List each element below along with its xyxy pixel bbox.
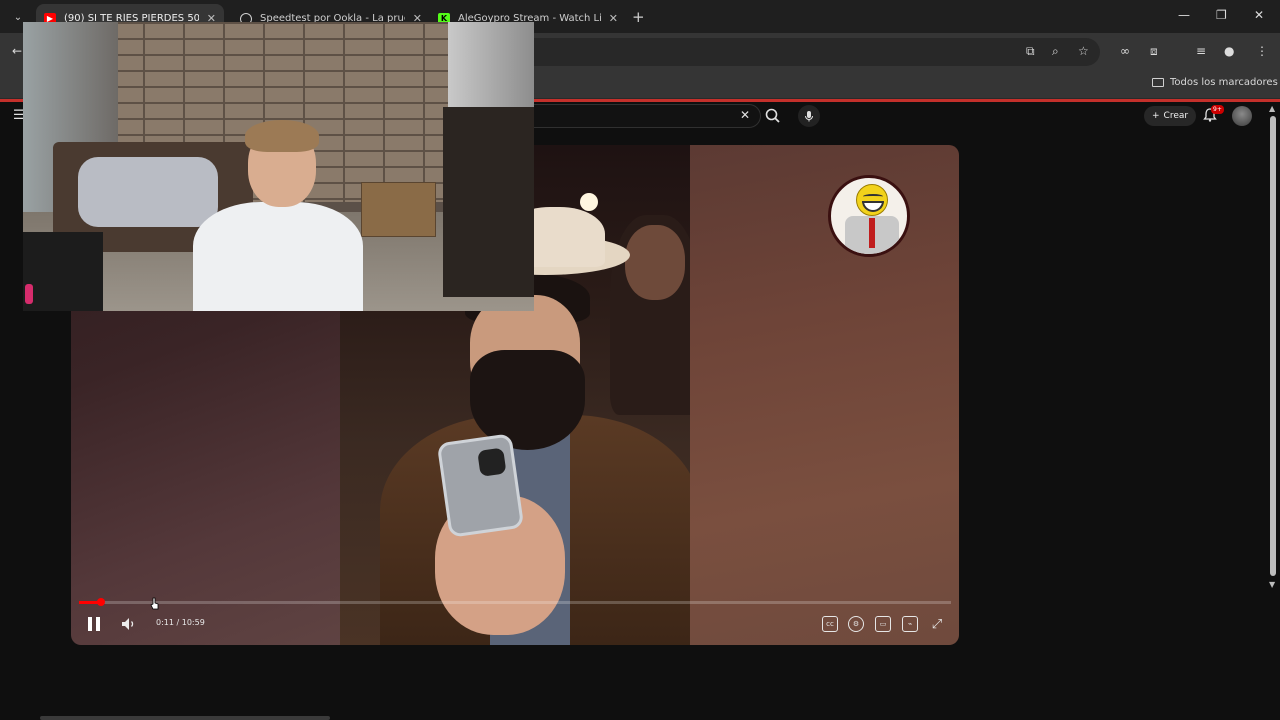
fullscreen-icon[interactable]: ⤢	[929, 616, 945, 632]
ceiling-light	[580, 193, 598, 211]
volume-icon[interactable]	[121, 617, 137, 631]
pause-button[interactable]	[85, 615, 103, 633]
zoom-icon[interactable]: ⌕	[1052, 44, 1059, 59]
screen: ⌄ ▶ (90) SI TE RÍES PIERDES 50 EUR ✕ Spe…	[0, 0, 1280, 720]
reading-icon[interactable]: ∞	[1120, 44, 1130, 58]
logo-tie	[869, 218, 875, 248]
miniplayer-icon[interactable]: ▭	[875, 616, 891, 632]
time-display: 0:11 / 10:59	[156, 618, 205, 627]
smiley-face-icon	[856, 184, 888, 216]
back-icon[interactable]: ←	[12, 44, 22, 58]
scroll-down-arrow[interactable]: ▼	[1269, 580, 1275, 589]
pause-icon-bar	[96, 617, 100, 631]
media-control-icon[interactable]: ≡	[1196, 44, 1206, 58]
close-tab-icon[interactable]: ✕	[609, 12, 618, 25]
settings-gear-icon[interactable]: ⚙	[848, 616, 864, 632]
beard	[470, 350, 585, 450]
create-button[interactable]: + Crear	[1144, 106, 1197, 126]
cast-to-tv-icon[interactable]: ⌁	[902, 616, 918, 632]
rgb-light	[25, 284, 33, 304]
create-label: Crear	[1163, 111, 1189, 121]
pause-icon	[88, 617, 92, 631]
streamer-shirt	[193, 202, 363, 311]
curtain	[448, 22, 534, 112]
search-icon[interactable]	[764, 107, 782, 125]
taskbar-hint	[40, 716, 330, 720]
new-tab-button[interactable]: +	[632, 8, 645, 26]
progress-bar[interactable]	[79, 601, 951, 604]
voice-search-button[interactable]	[798, 105, 820, 127]
close-window-icon[interactable]: ✕	[1254, 8, 1264, 22]
mic-icon	[805, 111, 813, 122]
account-avatar[interactable]	[1232, 106, 1252, 126]
plus-icon: +	[1152, 111, 1160, 121]
bookmark-star-icon[interactable]: ☆	[1078, 44, 1089, 58]
profile-icon[interactable]: ●	[1224, 44, 1234, 58]
blurred-side-right	[690, 145, 959, 645]
subtitles-icon[interactable]: cc	[822, 616, 838, 632]
background-person-face	[625, 225, 685, 300]
notification-count-badge: 9+	[1211, 105, 1224, 114]
pc-case	[23, 232, 103, 311]
search-input[interactable]	[533, 104, 761, 128]
phone-camera	[477, 447, 507, 477]
blanket	[78, 157, 218, 227]
restore-icon[interactable]: ❐	[1216, 8, 1227, 22]
all-bookmarks-folder[interactable]: Todos los marcadores	[1152, 77, 1278, 88]
streamer-hair	[245, 120, 319, 152]
channel-logo	[828, 175, 910, 257]
folder-icon	[1152, 78, 1164, 87]
hand-cursor-icon	[150, 597, 159, 610]
webcam-overlay	[23, 22, 534, 311]
progress-scrubber[interactable]	[97, 598, 105, 606]
cardboard-box	[361, 182, 436, 237]
page-scrollbar-thumb[interactable]	[1270, 116, 1276, 576]
smartphone	[436, 433, 525, 538]
clear-search-icon[interactable]: ✕	[740, 108, 750, 122]
extensions-icon[interactable]: ⧈	[1150, 44, 1158, 59]
logo-mouth	[862, 201, 884, 212]
minimize-icon[interactable]: —	[1178, 8, 1190, 22]
logo-eyes	[863, 194, 883, 199]
cast-icon[interactable]: ⧉	[1026, 44, 1035, 59]
bookmarks-folder-label: Todos los marcadores	[1170, 77, 1278, 88]
scroll-up-arrow[interactable]: ▲	[1269, 104, 1275, 113]
shelf	[443, 107, 534, 297]
menu-kebab-icon[interactable]: ⋮	[1256, 44, 1268, 58]
